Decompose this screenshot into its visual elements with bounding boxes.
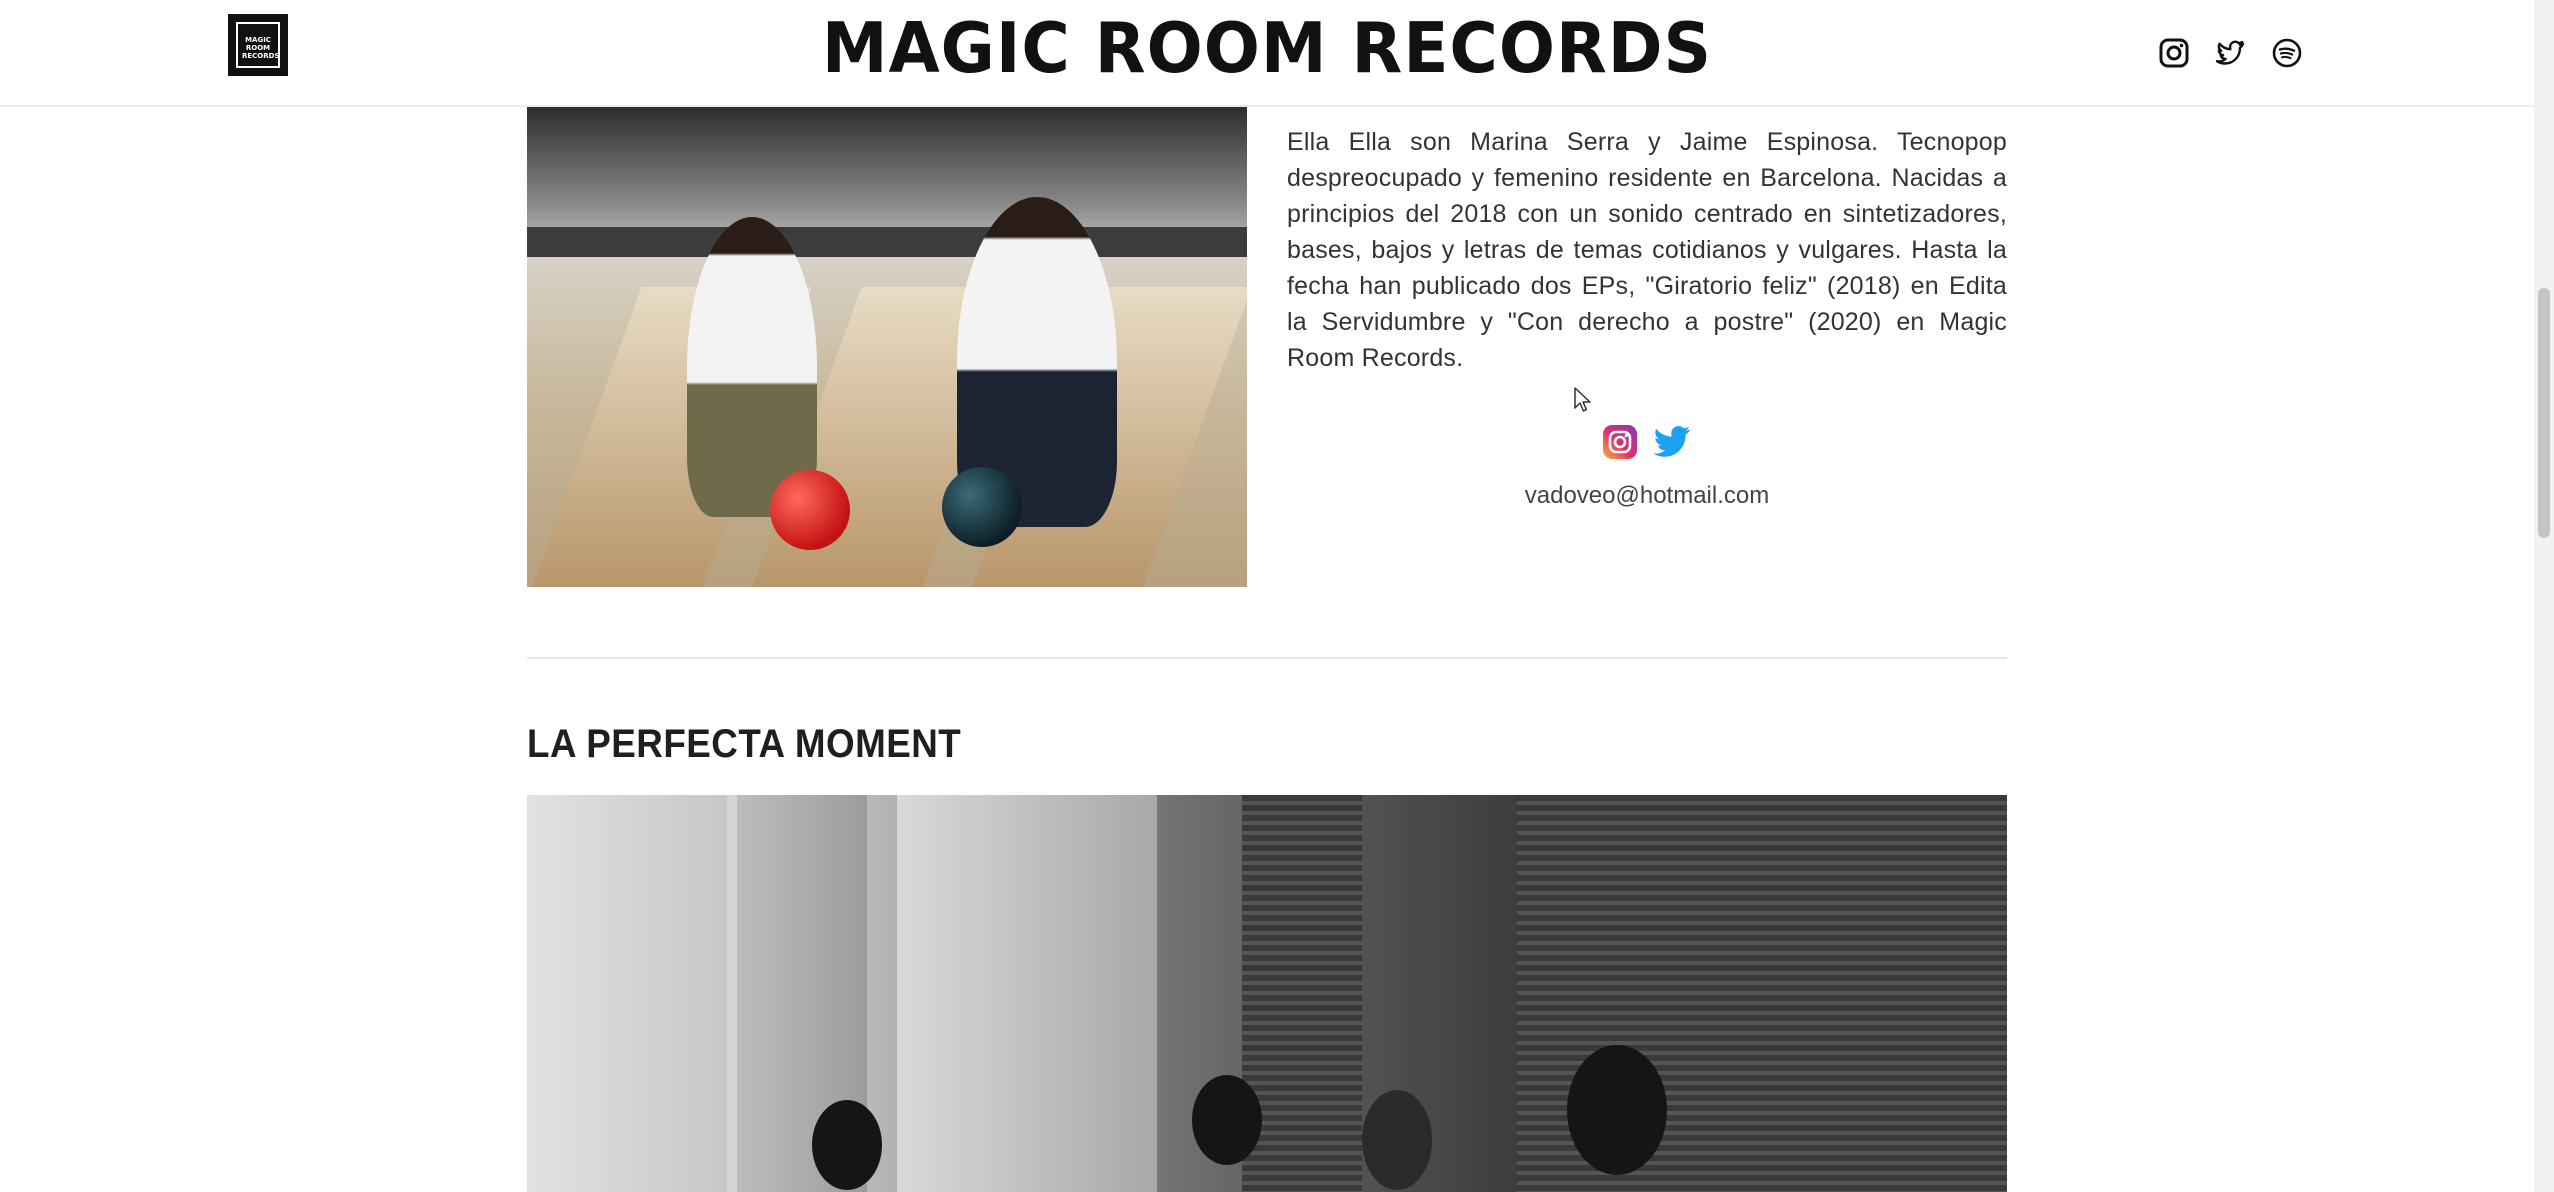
site-header: MAGIC ROOM RECORDS MAGIC ROOM RECORDS <box>0 0 2534 107</box>
mouse-cursor-icon <box>1574 387 1591 412</box>
artist-instagram-link[interactable] <box>1601 423 1639 461</box>
header-twitter-link[interactable] <box>2213 36 2247 70</box>
artist-photo-ella-ella <box>527 107 1247 587</box>
header-instagram-link[interactable] <box>2157 36 2191 70</box>
scrollbar-thumb[interactable] <box>2538 288 2550 538</box>
page-scrollbar[interactable] <box>2534 0 2554 1192</box>
artist-email[interactable]: vadoveo@hotmail.com <box>1287 482 2007 510</box>
instagram-icon <box>2159 38 2189 68</box>
spotify-icon <box>2272 38 2302 68</box>
twitter-icon <box>1653 425 1690 457</box>
section-divider <box>527 657 2007 659</box>
artist-title: LA PERFECTA MOMENT <box>527 722 962 766</box>
header-spotify-link[interactable] <box>2270 36 2304 70</box>
site-title[interactable]: MAGIC ROOM RECORDS <box>0 8 2534 89</box>
instagram-icon <box>1603 425 1637 459</box>
artist-social-links <box>1601 423 1691 461</box>
twitter-icon <box>2215 40 2245 65</box>
artist-photo-la-perfecta-moment <box>527 795 2007 1192</box>
artist-twitter-link[interactable] <box>1653 423 1691 461</box>
artist-bio: Ella Ella son Marina Serra y Jaime Espin… <box>1287 128 2007 372</box>
